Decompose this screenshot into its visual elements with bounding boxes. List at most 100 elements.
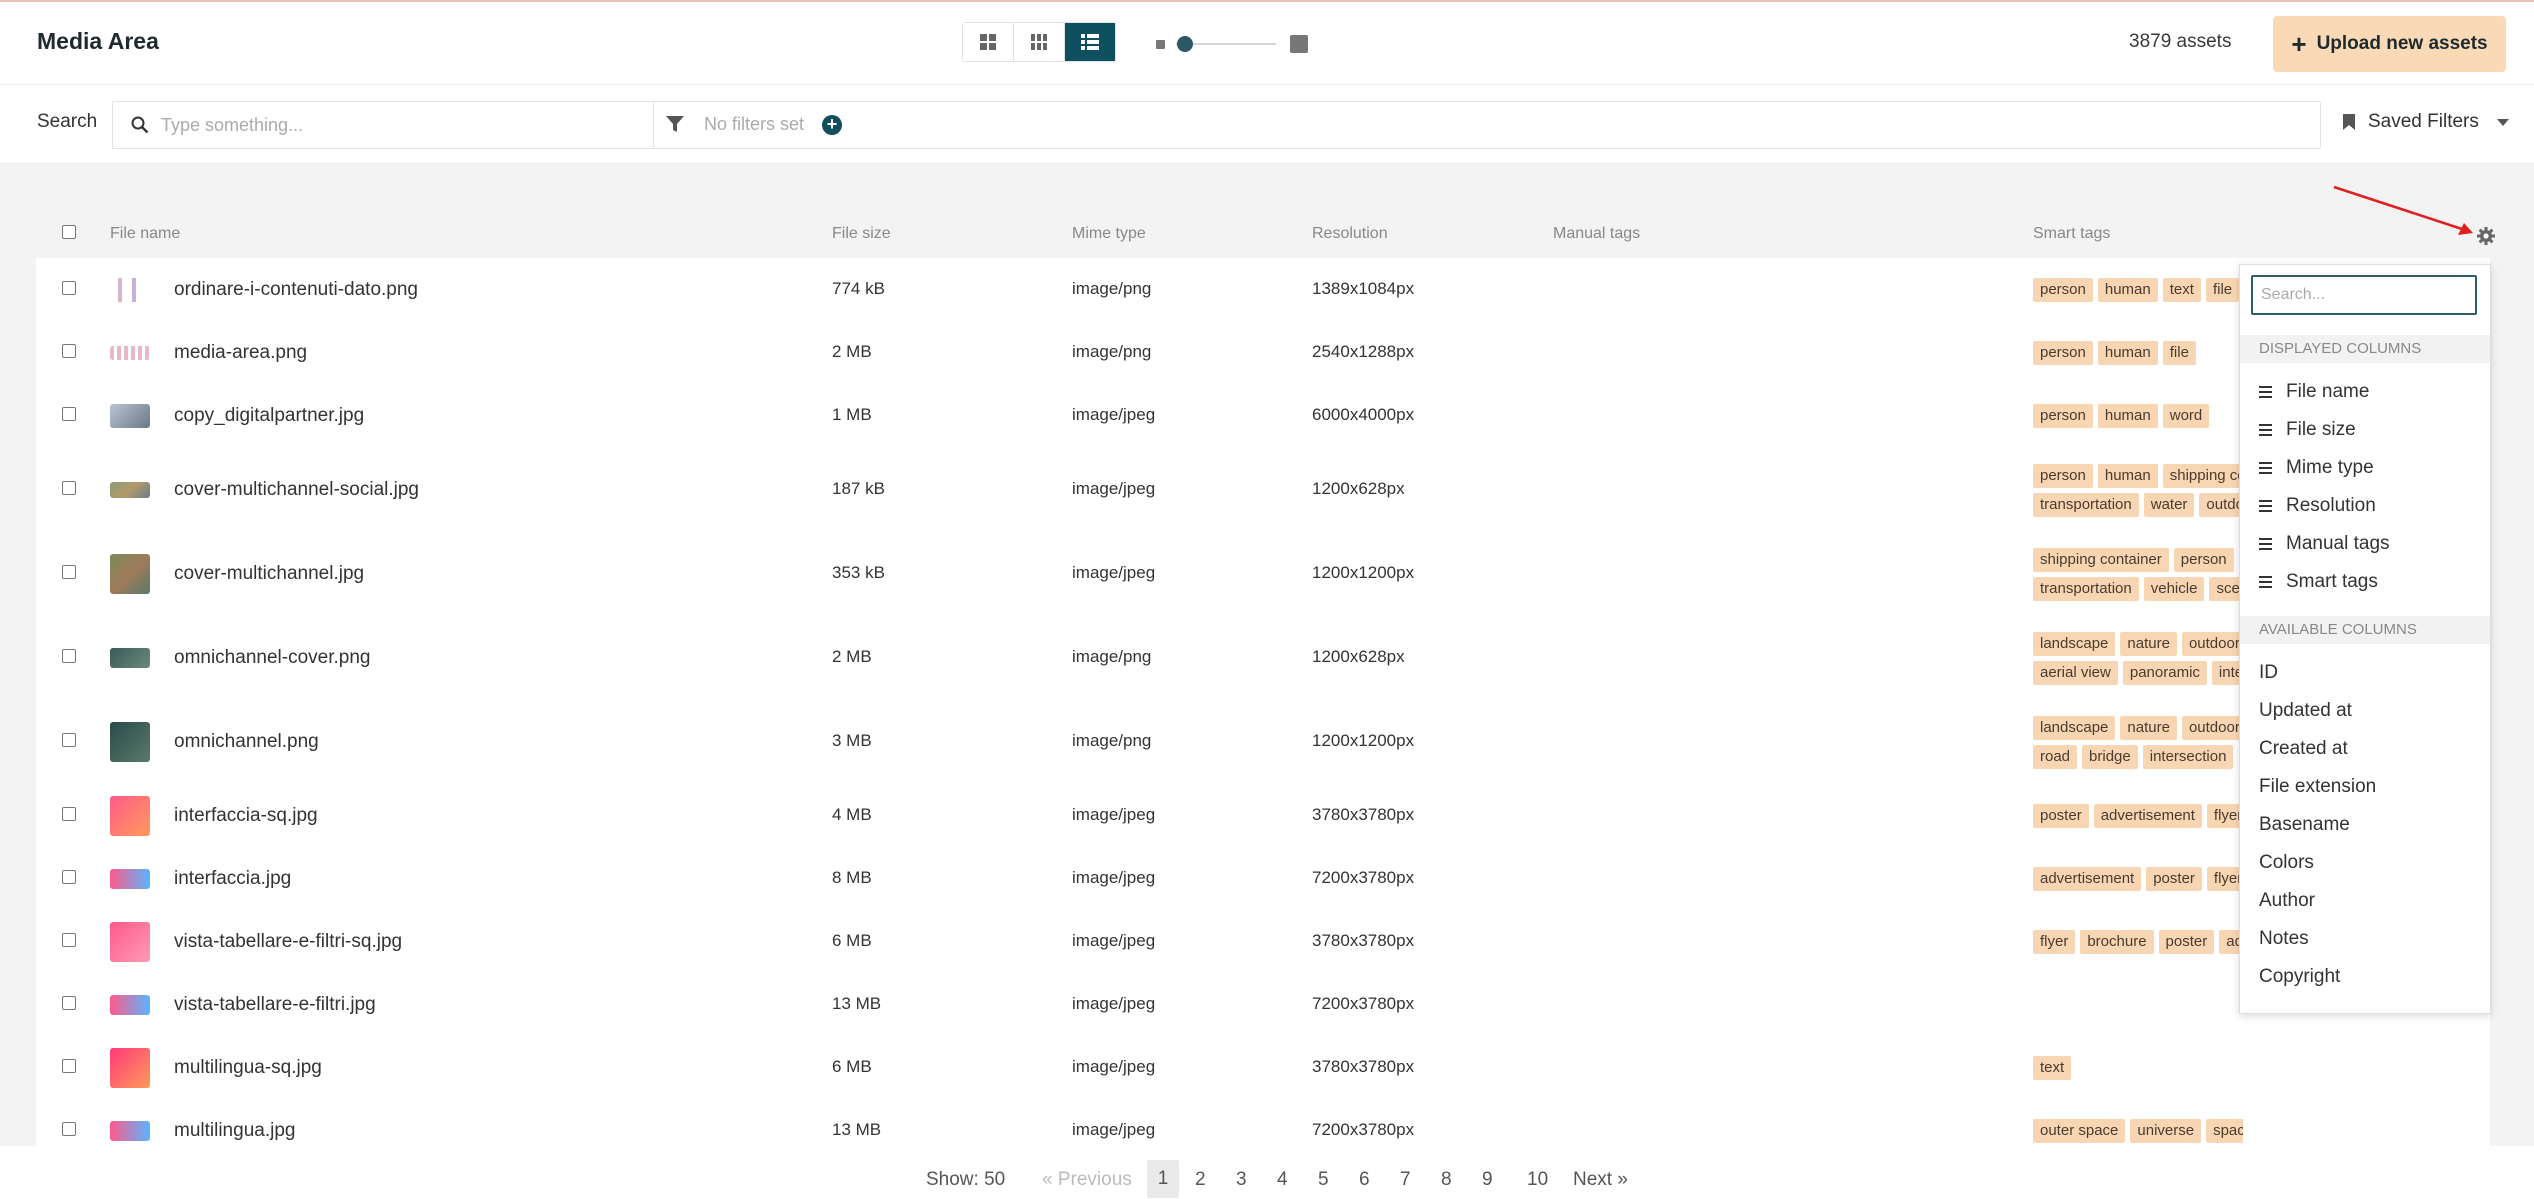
displayed-column-item[interactable]: Manual tags xyxy=(2259,533,2390,555)
smart-tag[interactable]: shipping container xyxy=(2162,463,2243,488)
smart-tag[interactable]: file xyxy=(2205,277,2240,302)
smart-tag[interactable]: outdoors xyxy=(2181,631,2243,656)
smart-tag[interactable]: person xyxy=(2033,404,2093,428)
smart-tag[interactable]: flyer xyxy=(2033,929,2076,954)
previous-page-link[interactable]: « Previous xyxy=(1042,1169,1132,1191)
row-checkbox[interactable] xyxy=(62,1059,76,1073)
table-row[interactable]: interfaccia.jpg 8 MB image/jpeg 7200x3780px… xyxy=(36,848,2490,911)
asset-thumbnail[interactable] xyxy=(110,921,150,962)
smart-tag[interactable]: person xyxy=(2173,547,2234,572)
smart-tag[interactable]: intersection xyxy=(2142,744,2234,769)
table-row[interactable]: media-area.png 2 MB image/png 2540x1288px pe… xyxy=(36,321,2490,385)
list-view-button[interactable] xyxy=(1065,23,1115,61)
columns-search-input[interactable] xyxy=(2251,275,2477,315)
row-checkbox[interactable] xyxy=(62,407,76,421)
smart-tag[interactable]: poster xyxy=(2158,929,2215,954)
asset-thumbnail[interactable] xyxy=(110,404,150,428)
page-link[interactable]: 10 xyxy=(1527,1169,1548,1191)
asset-thumbnail[interactable] xyxy=(110,277,150,302)
available-column-item[interactable]: Updated at xyxy=(2259,700,2352,722)
drag-handle-icon[interactable] xyxy=(2259,538,2272,550)
smart-tag[interactable]: poster xyxy=(2033,804,2089,828)
file-name[interactable]: omnichannel-cover.png xyxy=(174,647,370,669)
large-grid-view-button[interactable] xyxy=(963,23,1014,61)
page-size-selector[interactable]: Show: 50 xyxy=(926,1169,1005,1191)
add-filter-button[interactable]: + xyxy=(822,115,842,135)
file-name[interactable]: copy_digitalpartner.jpg xyxy=(174,405,364,427)
file-name[interactable]: cover-multichannel-social.jpg xyxy=(174,479,419,501)
available-column-item[interactable]: Created at xyxy=(2259,738,2348,760)
page-link[interactable]: 8 xyxy=(1441,1169,1452,1191)
drag-handle-icon[interactable] xyxy=(2259,576,2272,588)
displayed-column-item[interactable]: Mime type xyxy=(2259,457,2374,479)
column-header-resolution[interactable]: Resolution xyxy=(1312,225,1388,243)
column-header-file-name[interactable]: File name xyxy=(110,225,180,243)
displayed-column-item[interactable]: File name xyxy=(2259,381,2369,403)
smart-tag[interactable]: scenery xyxy=(2209,576,2243,601)
table-row[interactable]: vista-tabellare-e-filtri-sq.jpg 6 MB image… xyxy=(36,910,2490,974)
asset-thumbnail[interactable] xyxy=(110,345,150,360)
asset-thumbnail[interactable] xyxy=(110,648,150,668)
smart-tag[interactable]: advertisement xyxy=(2093,804,2202,828)
smart-tag[interactable]: flyer xyxy=(2206,804,2243,828)
available-column-item[interactable]: ID xyxy=(2259,662,2278,684)
file-name[interactable]: ordinare-i-contenuti-dato.png xyxy=(174,279,418,301)
row-checkbox[interactable] xyxy=(62,807,76,821)
table-row[interactable]: omnichannel-cover.png 2 MB image/png 1200x6… xyxy=(36,616,2490,701)
file-name[interactable]: vista-tabellare-e-filtri.jpg xyxy=(174,994,376,1016)
asset-thumbnail[interactable] xyxy=(110,482,150,498)
asset-thumbnail[interactable] xyxy=(110,554,150,594)
smart-tag[interactable]: nature xyxy=(2120,631,2177,656)
smart-tag[interactable]: human xyxy=(2097,404,2158,428)
asset-thumbnail[interactable] xyxy=(110,1121,150,1141)
page-link[interactable]: 7 xyxy=(1400,1169,1411,1191)
smart-tag[interactable]: outdoors xyxy=(2199,492,2243,517)
smart-tag[interactable]: water xyxy=(2143,492,2195,517)
smart-tag[interactable]: landscape xyxy=(2033,715,2116,740)
displayed-column-item[interactable]: Resolution xyxy=(2259,495,2376,517)
asset-thumbnail[interactable] xyxy=(110,1048,150,1088)
row-checkbox[interactable] xyxy=(62,995,76,1010)
search-input[interactable] xyxy=(159,111,633,139)
file-name[interactable]: multilingua-sq.jpg xyxy=(174,1057,322,1079)
available-column-item[interactable]: Notes xyxy=(2259,928,2309,950)
smart-tag[interactable]: word xyxy=(2162,404,2210,428)
file-name[interactable]: omnichannel.png xyxy=(174,731,319,753)
smart-tag[interactable]: human xyxy=(2097,277,2158,302)
next-page-link[interactable]: Next » xyxy=(1573,1169,1628,1191)
table-row[interactable]: ordinare-i-contenuti-dato.png 774 kB image… xyxy=(36,258,2490,322)
row-checkbox[interactable] xyxy=(62,932,76,947)
drag-handle-icon[interactable] xyxy=(2259,386,2272,398)
smart-tag[interactable]: text xyxy=(2162,277,2201,302)
file-name[interactable]: multilingua.jpg xyxy=(174,1120,295,1142)
saved-filters-button[interactable]: Saved Filters xyxy=(2342,111,2509,133)
displayed-column-item[interactable]: Smart tags xyxy=(2259,571,2378,593)
asset-thumbnail[interactable] xyxy=(110,869,150,889)
small-grid-view-button[interactable] xyxy=(1014,23,1065,61)
smart-tag[interactable]: landscape xyxy=(2033,631,2116,656)
smart-tag[interactable]: text xyxy=(2033,1056,2072,1080)
column-header-smart-tags[interactable]: Smart tags xyxy=(2033,225,2110,243)
displayed-column-item[interactable]: File size xyxy=(2259,419,2356,441)
smart-tag[interactable]: space xyxy=(2206,1119,2243,1143)
smart-tag[interactable]: transportation xyxy=(2033,576,2139,601)
smart-tag[interactable]: outdoors xyxy=(2181,715,2243,740)
thumbnail-size-slider[interactable] xyxy=(1152,32,1312,56)
available-column-item[interactable]: Basename xyxy=(2259,814,2350,836)
asset-thumbnail[interactable] xyxy=(110,722,150,762)
smart-tag[interactable]: nature xyxy=(2120,715,2177,740)
smart-tag[interactable]: outer space xyxy=(2033,1119,2126,1143)
smart-tag[interactable]: bridge xyxy=(2082,744,2138,769)
smart-tag[interactable]: universe xyxy=(2130,1119,2202,1143)
file-name[interactable]: interfaccia.jpg xyxy=(174,868,291,890)
smart-tag[interactable]: person xyxy=(2033,277,2093,302)
drag-handle-icon[interactable] xyxy=(2259,500,2272,512)
page-link[interactable]: 9 xyxy=(1482,1169,1493,1191)
file-name[interactable]: cover-multichannel.jpg xyxy=(174,563,364,585)
table-row[interactable]: cover-multichannel-social.jpg 187 kB image… xyxy=(36,448,2490,533)
page-link-current[interactable]: 1 xyxy=(1147,1160,1179,1198)
table-row[interactable]: multilingua-sq.jpg 6 MB image/jpeg 3780x378… xyxy=(36,1036,2490,1101)
smart-tag[interactable]: panoramic xyxy=(2122,660,2207,685)
row-checkbox[interactable] xyxy=(62,649,76,663)
page-link[interactable]: 2 xyxy=(1195,1169,1206,1191)
